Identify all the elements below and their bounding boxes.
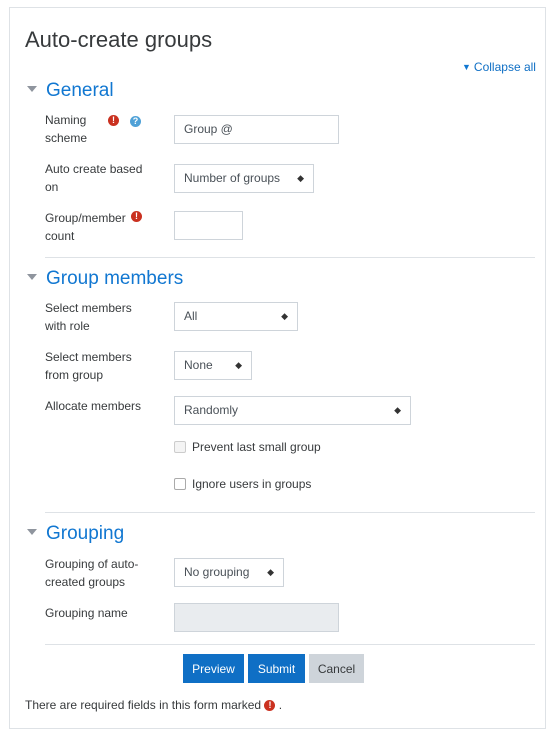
submit-button[interactable]: Submit bbox=[248, 654, 305, 683]
prevent-small-checkbox[interactable]: Prevent last small group bbox=[174, 440, 321, 454]
role-label: Select members with role bbox=[45, 299, 155, 335]
grouping-select[interactable]: No grouping ◆ bbox=[174, 558, 284, 587]
grouping-of-label-line2: created groups bbox=[45, 575, 126, 589]
required-fields-note-text: There are required fields in this form m… bbox=[25, 698, 262, 712]
role-label-line1: Select members bbox=[45, 301, 132, 315]
grouping-of-label-line1: Grouping of auto- bbox=[45, 557, 139, 571]
from-group-selected: None bbox=[184, 358, 213, 372]
from-group-label-line2: from group bbox=[45, 368, 104, 382]
required-icon: ! bbox=[131, 211, 142, 222]
auto-create-label-line1: Auto create based bbox=[45, 162, 143, 176]
grouping-of-label: Grouping of auto- created groups bbox=[45, 555, 155, 591]
allocate-select[interactable]: Randomly ◆ bbox=[174, 396, 411, 425]
count-label-line1: Group/member bbox=[45, 211, 126, 225]
ignore-users-label: Ignore users in groups bbox=[192, 477, 312, 491]
updown-arrow-icon: ◆ bbox=[267, 567, 274, 577]
help-icon[interactable]: ? bbox=[130, 116, 141, 127]
required-icon: ! bbox=[108, 115, 119, 126]
role-label-line2: with role bbox=[45, 319, 90, 333]
allocate-label: Allocate members bbox=[45, 399, 142, 413]
role-selected: All bbox=[184, 309, 198, 323]
section-members-toggle[interactable]: Group members bbox=[27, 268, 183, 290]
count-label-line2: count bbox=[45, 229, 75, 243]
caret-down-icon: ▼ bbox=[462, 62, 471, 72]
grouping-selected: No grouping bbox=[184, 565, 250, 579]
required-icon: ! bbox=[264, 700, 276, 712]
checkbox-icon bbox=[174, 477, 186, 490]
section-general-toggle[interactable]: General bbox=[27, 80, 114, 102]
ignore-users-checkbox[interactable]: Ignore users in groups bbox=[174, 477, 311, 491]
collapse-all-label: Collapse all bbox=[473, 60, 536, 74]
caret-down-icon bbox=[27, 86, 37, 92]
updown-arrow-icon: ◆ bbox=[281, 311, 288, 321]
grouping-name-input[interactable] bbox=[174, 603, 339, 632]
count-input[interactable] bbox=[174, 211, 243, 240]
checkbox-icon bbox=[174, 440, 186, 453]
section-grouping-title: Grouping bbox=[46, 523, 125, 544]
caret-down-icon bbox=[27, 529, 37, 535]
cancel-button[interactable]: Cancel bbox=[309, 654, 364, 683]
divider bbox=[45, 512, 535, 513]
updown-arrow-icon: ◆ bbox=[297, 173, 304, 183]
auto-create-label: Auto create based on bbox=[45, 160, 155, 196]
naming-scheme-label-line2: scheme bbox=[45, 131, 88, 145]
divider bbox=[45, 644, 535, 645]
auto-create-select[interactable]: Number of groups ◆ bbox=[174, 164, 314, 193]
updown-arrow-icon: ◆ bbox=[235, 360, 242, 370]
collapse-all-link[interactable]: ▼ Collapse all bbox=[462, 60, 536, 74]
from-group-label-line1: Select members bbox=[45, 350, 132, 364]
section-general-title: General bbox=[46, 80, 114, 101]
auto-create-selected: Number of groups bbox=[184, 171, 281, 185]
section-grouping-toggle[interactable]: Grouping bbox=[27, 523, 124, 545]
page-title: Auto-create groups bbox=[25, 27, 213, 52]
allocate-selected: Randomly bbox=[184, 403, 239, 417]
auto-create-label-line2: on bbox=[45, 180, 59, 194]
from-group-label: Select members from group bbox=[45, 348, 155, 384]
prevent-small-label: Prevent last small group bbox=[192, 440, 321, 454]
from-group-select[interactable]: None ◆ bbox=[174, 351, 252, 380]
naming-scheme-label-line1: Naming bbox=[45, 113, 87, 127]
role-select[interactable]: All ◆ bbox=[174, 302, 298, 331]
required-fields-note: There are required fields in this form m… bbox=[25, 698, 282, 712]
divider bbox=[45, 257, 535, 258]
caret-down-icon bbox=[27, 274, 37, 280]
naming-scheme-input[interactable]: Group @ bbox=[174, 115, 339, 144]
grouping-name-label: Grouping name bbox=[45, 606, 128, 620]
required-fields-note-period: . bbox=[278, 698, 283, 712]
updown-arrow-icon: ◆ bbox=[394, 405, 401, 415]
section-members-title: Group members bbox=[46, 268, 184, 289]
preview-button[interactable]: Preview bbox=[183, 654, 244, 683]
